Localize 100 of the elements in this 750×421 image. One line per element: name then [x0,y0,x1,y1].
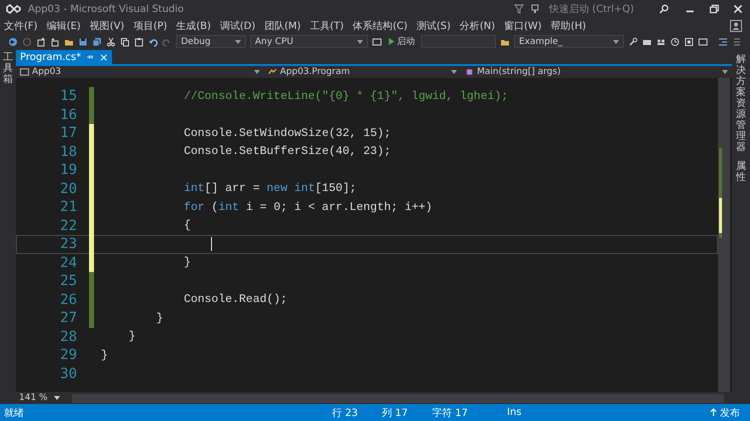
menu-item[interactable]: 窗口(W) [504,18,542,32]
dropdown-arrow-icon [451,70,457,74]
line-number: 22 [59,218,77,234]
menu-item[interactable]: 文件(F) [4,18,38,32]
new-project-icon[interactable] [36,36,46,46]
dropdown-arrow-icon [613,40,619,44]
toolbox-strip[interactable]: 工具箱 [0,50,16,404]
publish-button[interactable]: 发布 [704,404,746,420]
dropdown-arrow-icon [722,70,728,74]
line-number: 24 [59,254,77,271]
menu-item[interactable]: 视图(V) [90,18,124,32]
document-tab[interactable]: Program.cs* × [16,50,112,64]
line-number: 16 [59,106,77,123]
dropdown-arrow-icon [357,40,363,44]
code-text: [150]; [314,182,356,196]
comment-icon[interactable] [732,36,742,46]
code-text: [] arr = [204,182,261,196]
paste-icon[interactable] [134,36,144,46]
menu-item[interactable]: 项目(P) [133,18,168,32]
configuration-dropdown[interactable]: Debug [176,35,246,48]
find-combo[interactable]: Example_ [514,35,624,48]
method-icon [465,68,474,76]
code-text: ( [210,200,218,214]
forward-icon[interactable] [22,36,32,46]
feedback-icon[interactable] [530,4,540,14]
save-icon[interactable] [78,36,88,46]
account-icon[interactable] [730,20,742,32]
menu-item[interactable]: 工具(T) [310,18,344,32]
line-number: 17 [59,125,77,142]
member-dropdown[interactable]: Main(string[] args) [461,66,732,78]
character-indicator: 字符 17 [432,406,469,420]
platform-dropdown[interactable]: Any CPU [250,35,368,48]
menu-item[interactable]: 生成(B) [176,18,211,32]
dropdown-arrow-icon [54,396,60,400]
line-number: 23 [59,236,77,252]
back-icon[interactable] [8,36,18,46]
code-text: } [182,256,191,270]
side-panel-tab[interactable]: 解决方案资源管理器 [736,54,746,153]
restore-icon[interactable] [708,3,720,15]
horizontal-scrollbar[interactable] [72,394,724,402]
menu-item[interactable]: 测试(S) [416,18,451,32]
text-caret [211,237,212,252]
code-text: { [182,219,191,232]
start-button[interactable]: 启动 [386,35,417,48]
up-arrow-icon [710,408,717,417]
line-number: 21 [59,199,77,216]
indent-icon[interactable] [718,36,728,46]
save-all-icon[interactable] [92,36,102,46]
window-icon[interactable] [372,36,382,46]
menu-item[interactable]: 编辑(E) [46,18,81,32]
line-number: 20 [59,180,77,197]
console-icon[interactable] [698,36,708,46]
clock-icon[interactable] [670,36,680,46]
code-text: int [218,200,240,214]
code-text: int [182,182,205,196]
code-text: Console.SetBufferSize(40, 23); [182,145,391,158]
project-icon [20,68,29,76]
redo-icon[interactable] [162,36,172,46]
column-indicator: 列 17 [382,406,409,420]
status-message: 就绪 [4,406,25,420]
close-tab-button[interactable]: × [99,50,108,64]
code-text: } [128,330,136,344]
pin-icon[interactable] [86,53,94,61]
menu-item[interactable]: 调试(D) [220,18,256,32]
filter-icon[interactable] [514,4,524,14]
window-title: App03 - Microsoft Visual Studio [28,4,184,14]
code-text: for [182,200,205,214]
code-text: } [101,348,108,362]
menu-item[interactable]: 团队(M) [264,18,301,32]
copy-icon[interactable] [120,36,130,46]
line-number: 19 [59,162,77,178]
vertical-scrollbar[interactable] [718,78,730,392]
project-dropdown[interactable]: App03 [16,66,264,78]
line-number: 25 [59,273,77,290]
menu-item[interactable]: 体系结构(C) [352,18,408,32]
undo-icon[interactable] [148,36,158,46]
grid-icon[interactable] [684,36,694,46]
team-icon[interactable] [656,36,666,46]
zoom-dropdown[interactable]: 141 % [16,393,72,403]
type-dropdown[interactable]: App03.Program [264,66,461,78]
search-icon [659,4,669,14]
line-number: 27 [59,310,77,326]
line-number: 28 [59,328,77,345]
cut-icon[interactable] [106,36,116,46]
code-text: Console.Read(); [182,293,288,306]
code-text: i = 0; i < arr.Length; i++) [244,200,432,214]
line-number: 15 [59,88,77,104]
code-text: new int [266,182,315,196]
insert-mode-indicator: Ins [507,407,522,418]
add-item-icon[interactable] [50,36,60,46]
dropdown-arrow-icon [235,40,241,44]
code-text: } [155,312,164,325]
menu-item[interactable]: 分析(N) [460,18,495,32]
menu-item[interactable]: 帮助(H) [550,18,586,32]
line-indicator: 行 23 [332,406,359,420]
code-text: Console.SetWindowSize(32, 15); [182,126,391,140]
wrench-icon[interactable] [628,36,638,46]
code-text: //Console.WriteLine("{0} * {1}", lgwid, lghei); [182,90,508,103]
close-icon[interactable] [732,3,744,15]
side-panel-tab[interactable]: 属性 [736,161,746,183]
